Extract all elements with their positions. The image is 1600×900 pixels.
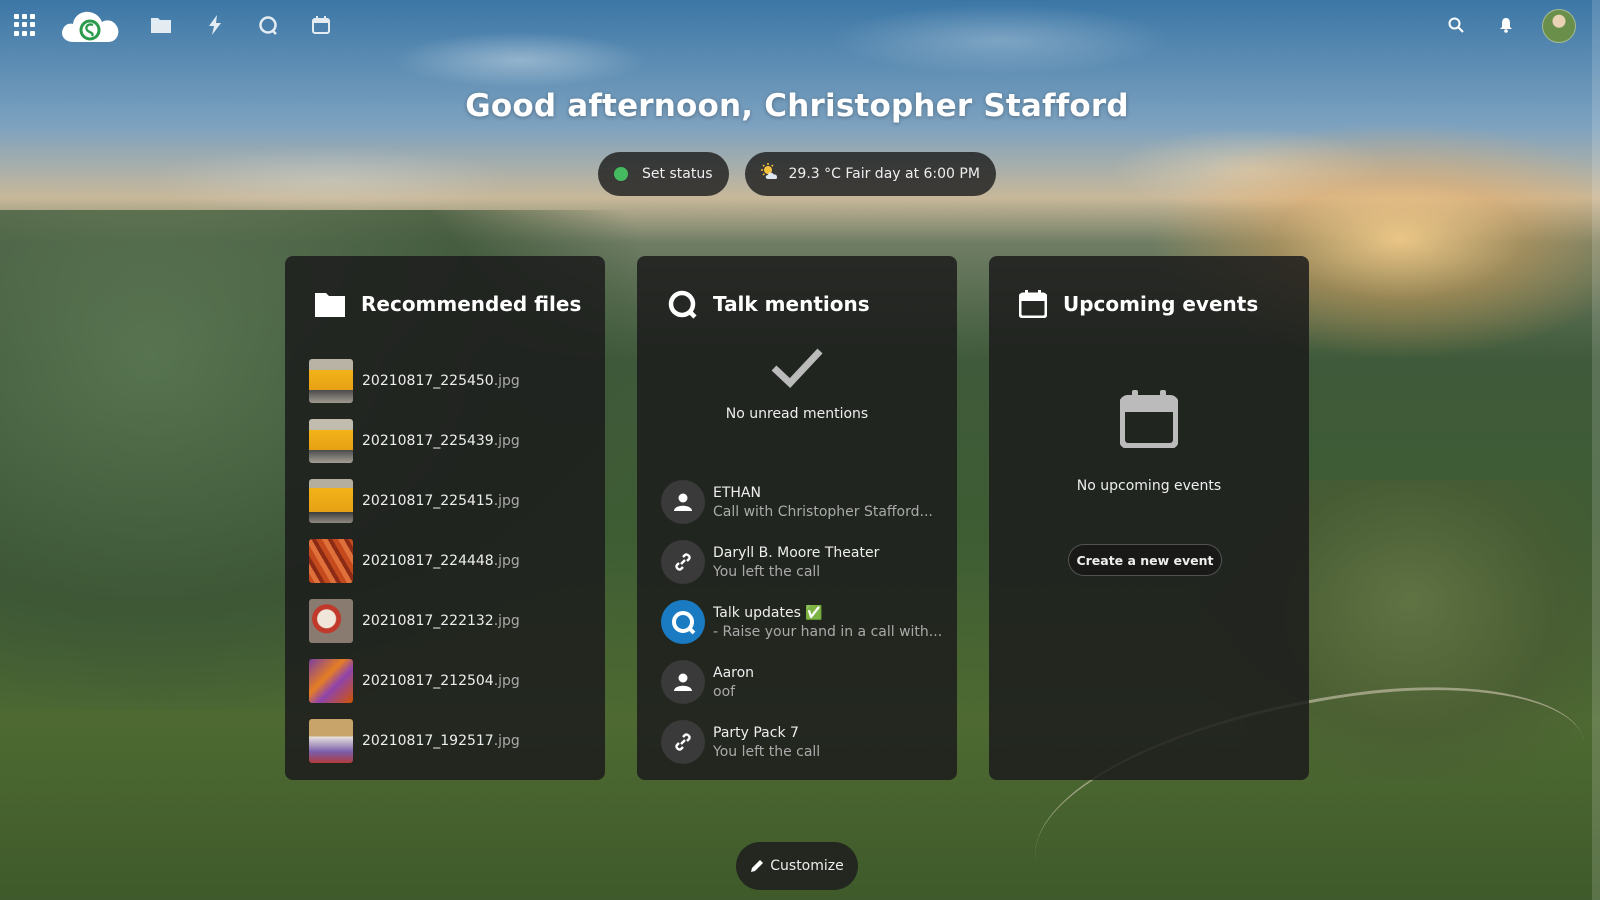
file-thumbnail <box>309 359 353 403</box>
talk-mentions-title: Talk mentions <box>713 292 870 316</box>
user-icon <box>661 480 705 524</box>
weather-text: 29.3 °C Fair day at 6:00 PM <box>788 166 980 182</box>
status-row: Set status 29.3 °C Fair day at 6:00 PM <box>0 152 1594 196</box>
create-new-event-button[interactable]: Create a new event <box>1068 544 1222 576</box>
mention-item[interactable]: Daryll B. Moore Theater You left the cal… <box>661 532 951 592</box>
file-item[interactable]: 20210817_225415 .jpg <box>309 471 589 531</box>
cloud-logo-icon[interactable] <box>60 8 122 44</box>
mention-item[interactable]: ETHAN Call with Christopher Stafford... <box>661 472 951 532</box>
pencil-icon <box>751 860 764 872</box>
recommended-files-title: Recommended files <box>361 292 582 316</box>
search-icon[interactable] <box>1444 13 1468 37</box>
upcoming-events-header[interactable]: Upcoming events <box>1019 284 1258 324</box>
notifications-bell-icon[interactable] <box>1494 13 1518 37</box>
talk-mentions-panel: Talk mentions No unread mentions ETHAN C… <box>637 256 957 780</box>
top-bar <box>0 0 1600 50</box>
mention-title: Talk updates ✅ <box>713 604 823 621</box>
files-icon[interactable] <box>149 13 173 37</box>
online-status-icon <box>614 167 629 181</box>
file-thumbnail <box>309 659 353 703</box>
weather-status-button[interactable]: 29.3 °C Fair day at 6:00 PM <box>744 152 996 196</box>
mention-subtitle: Call with Christopher Stafford... <box>713 503 933 520</box>
talk-empty-state: No unread mentions <box>637 346 957 422</box>
file-item[interactable]: 20210817_225450 .jpg <box>309 351 589 411</box>
calendar-icon[interactable] <box>309 13 333 37</box>
talk-icon <box>661 600 705 644</box>
no-events-message: No upcoming events <box>1076 478 1222 494</box>
checkmark-icon <box>771 348 823 388</box>
recommended-files-header[interactable]: Recommended files <box>315 284 581 324</box>
mention-item[interactable]: Aaron oof <box>661 652 951 712</box>
no-mentions-message: No unread mentions <box>725 406 869 422</box>
file-item[interactable]: 20210817_224448 .jpg <box>309 531 589 591</box>
app-menu-icon[interactable] <box>14 14 36 36</box>
mention-title: Party Pack 7 <box>713 724 799 741</box>
set-status-label: Set status <box>642 166 713 182</box>
calendar-icon <box>1119 390 1179 449</box>
activity-icon[interactable] <box>203 13 227 37</box>
mention-item[interactable]: Party Pack 7 You left the call <box>661 712 951 772</box>
mention-subtitle: oof <box>713 683 736 700</box>
upcoming-events-title: Upcoming events <box>1063 292 1259 316</box>
partly-sunny-icon <box>760 163 779 185</box>
mention-title: Daryll B. Moore Theater <box>713 544 880 561</box>
mention-subtitle: You left the call <box>713 563 821 580</box>
file-thumbnail <box>309 719 353 763</box>
file-thumbnail <box>309 479 353 523</box>
talk-icon <box>668 290 697 319</box>
scrollbar[interactable] <box>1592 0 1600 900</box>
mention-list: ETHAN Call with Christopher Stafford... … <box>661 472 951 772</box>
talk-mentions-header[interactable]: Talk mentions <box>667 284 870 324</box>
file-list: 20210817_225450 .jpg 20210817_225439 .jpg … <box>309 351 589 771</box>
calendar-icon <box>1019 290 1047 318</box>
file-thumbnail <box>309 539 353 583</box>
file-item[interactable]: 20210817_225439 .jpg <box>309 411 589 471</box>
link-icon <box>661 540 705 584</box>
file-item[interactable]: 20210817_192517 .jpg <box>309 711 589 771</box>
greeting-title: Good afternoon, Christopher Stafford <box>465 88 1129 124</box>
folder-icon <box>315 293 345 317</box>
customize-button[interactable]: Customize <box>736 842 858 890</box>
mention-title: Aaron <box>713 664 755 681</box>
talk-icon[interactable] <box>256 13 280 37</box>
file-item[interactable]: 20210817_212504 .jpg <box>309 651 589 711</box>
file-thumbnail <box>309 419 353 463</box>
link-icon <box>661 720 705 764</box>
mention-subtitle: - Raise your hand in a call with... <box>713 623 943 640</box>
events-empty-state: No upcoming events <box>989 390 1309 494</box>
file-item[interactable]: 20210817_222132 .jpg <box>309 591 589 651</box>
set-status-button[interactable]: Set status <box>598 152 729 196</box>
upcoming-events-panel: Upcoming events No upcoming events Creat… <box>989 256 1309 780</box>
file-thumbnail <box>309 599 353 643</box>
mention-title: ETHAN <box>713 484 761 501</box>
user-avatar[interactable] <box>1542 9 1576 43</box>
user-icon <box>661 660 705 704</box>
mention-subtitle: You left the call <box>713 743 821 760</box>
mention-item[interactable]: Talk updates ✅ - Raise your hand in a ca… <box>661 592 951 652</box>
recommended-files-panel: Recommended files 20210817_225450 .jpg 20… <box>285 256 605 780</box>
customize-label: Customize <box>770 858 844 874</box>
